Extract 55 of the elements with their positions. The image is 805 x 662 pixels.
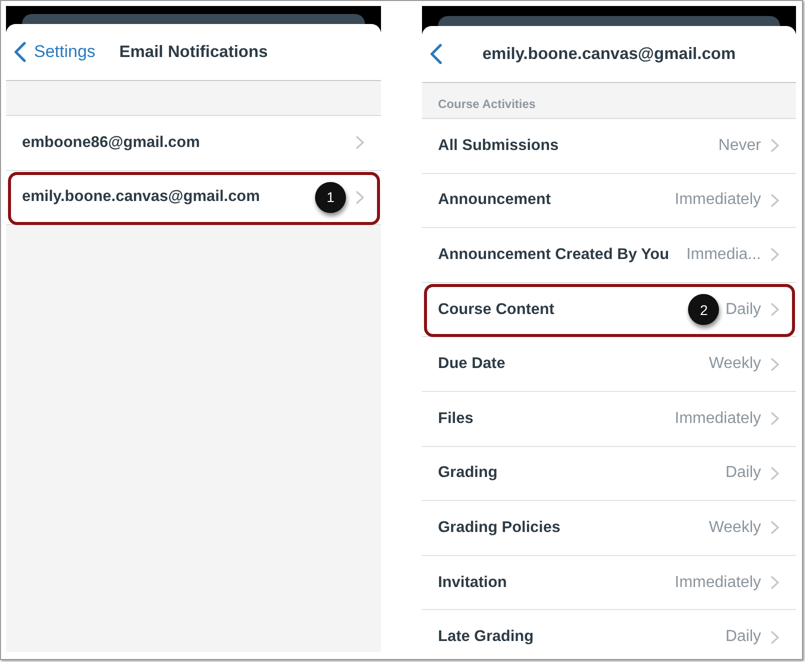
- settings-row[interactable]: Invitation Immediately: [422, 556, 796, 610]
- settings-row[interactable]: Grading Daily: [422, 446, 796, 502]
- row-label: Invitation: [438, 574, 507, 592]
- row-value: Never: [718, 136, 761, 155]
- nav-title: Email Notifications: [119, 42, 268, 62]
- row-label: Grading Policies: [438, 518, 560, 537]
- row-label: emboone86@gmail.com: [22, 134, 200, 152]
- chevron-right-icon: [771, 194, 779, 207]
- back-button[interactable]: Settings: [14, 42, 96, 62]
- settings-row[interactable]: Course Content 2 Daily: [422, 282, 796, 338]
- chevron-right-icon: [771, 248, 779, 262]
- row-value: Immediately: [674, 574, 761, 592]
- settings-row[interactable]: Announcement Created By You Immedia...: [422, 228, 796, 283]
- row-label: Due Date: [438, 355, 506, 374]
- row-label: Files: [438, 410, 474, 428]
- row-label: All Submissions: [438, 136, 559, 155]
- row-value: Weekly: [708, 518, 761, 537]
- row-label: Announcement Created By You: [438, 246, 670, 264]
- row-label: emily.boone.canvas@gmail.com: [22, 188, 260, 206]
- row-value: Daily: [725, 464, 761, 482]
- callout-badge: 1: [315, 182, 346, 213]
- row-value: Weekly: [708, 355, 761, 374]
- chevron-right-icon: [356, 190, 364, 204]
- row-value: Daily: [725, 628, 761, 646]
- row-label: Announcement: [438, 191, 551, 210]
- chevron-right-icon: [771, 412, 779, 426]
- settings-row[interactable]: Grading Policies Weekly: [422, 501, 796, 556]
- section-title: Course Activities: [438, 97, 536, 111]
- settings-row[interactable]: Announcement Immediately: [422, 174, 796, 228]
- row-label: Late Grading: [438, 628, 534, 646]
- settings-row[interactable]: Files Immediately: [422, 392, 796, 447]
- chevron-left-icon: [14, 42, 26, 62]
- settings-row[interactable]: All Submissions Never: [422, 119, 796, 174]
- back-button[interactable]: [430, 44, 442, 64]
- settings-row[interactable]: Due Date Weekly: [422, 337, 796, 392]
- chevron-left-icon: [430, 44, 442, 64]
- chevron-right-icon: [771, 630, 779, 644]
- callout-badge: 2: [688, 294, 720, 326]
- chevron-right-icon: [356, 136, 364, 150]
- nav-title: emily.boone.canvas@gmail.com: [482, 44, 736, 64]
- chevron-right-icon: [771, 358, 779, 371]
- chevron-right-icon: [771, 576, 779, 590]
- chevron-right-icon: [771, 139, 779, 152]
- chevron-right-icon: [771, 466, 779, 480]
- chevron-right-icon: [771, 303, 779, 316]
- row-value: Immedia...: [686, 246, 761, 264]
- settings-row[interactable]: emily.boone.canvas@gmail.com 1: [6, 170, 381, 226]
- settings-row[interactable]: emboone86@gmail.com: [6, 116, 381, 171]
- chevron-right-icon: [771, 521, 779, 534]
- row-value: Immediately: [674, 191, 761, 210]
- row-value: Daily: [725, 300, 761, 319]
- settings-row[interactable]: Late Grading Daily: [422, 610, 796, 658]
- row-label: Course Content: [438, 300, 554, 319]
- row-label: Grading: [438, 464, 498, 482]
- row-value: Immediately: [674, 410, 761, 428]
